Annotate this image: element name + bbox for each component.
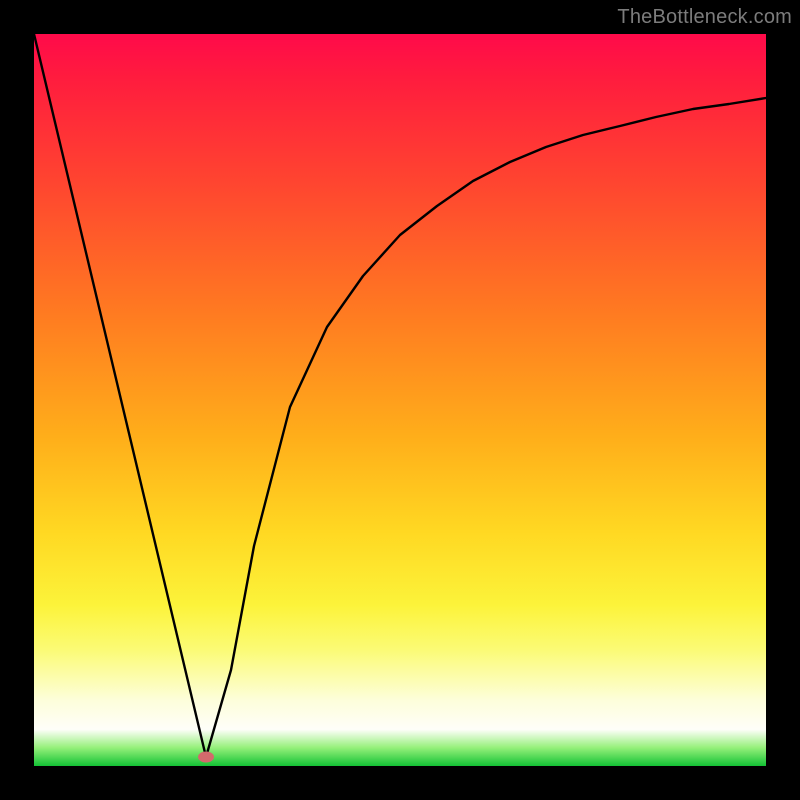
watermark-text: TheBottleneck.com [617,6,792,29]
chart-frame: TheBottleneck.com [0,0,800,800]
bottleneck-curve [34,34,766,766]
minimum-marker [198,752,214,763]
plot-area [34,34,766,766]
